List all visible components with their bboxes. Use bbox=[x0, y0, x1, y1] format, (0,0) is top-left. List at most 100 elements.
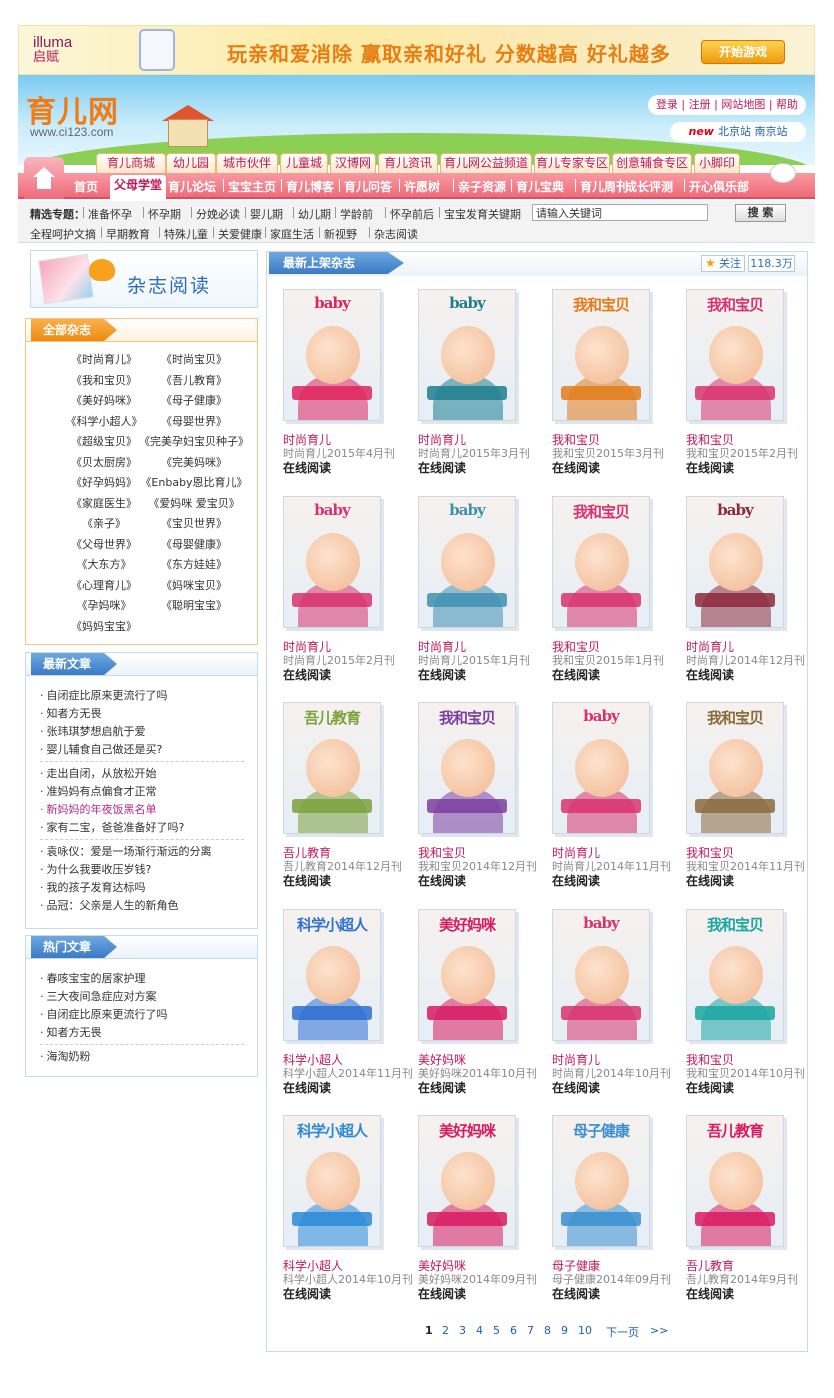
category-tab[interactable]: 育儿商城 bbox=[96, 153, 166, 173]
home-icon[interactable] bbox=[24, 157, 64, 199]
magazine-cover[interactable]: 我和宝贝 bbox=[686, 289, 784, 421]
article-link[interactable]: 准妈妈有点偏食才正常 bbox=[40, 783, 157, 799]
magazine-link[interactable]: 《母婴世界》 bbox=[138, 413, 250, 429]
category-tab[interactable]: 育儿网公益频道 bbox=[440, 153, 532, 173]
read-online-link[interactable]: 在线阅读 bbox=[686, 872, 734, 889]
read-online-link[interactable]: 在线阅读 bbox=[283, 1079, 331, 1096]
magazine-cover[interactable]: 我和宝贝 bbox=[686, 909, 784, 1041]
article-link[interactable]: 张玮琪梦想启航于爱 bbox=[40, 723, 146, 739]
start-game-button[interactable]: 开始游戏 bbox=[701, 40, 785, 64]
nav-item[interactable]: 成长评测 bbox=[625, 178, 673, 195]
read-online-link[interactable]: 在线阅读 bbox=[283, 459, 331, 476]
article-link[interactable]: 自闭症比原来更流行了吗 bbox=[40, 1006, 168, 1022]
read-online-link[interactable]: 在线阅读 bbox=[686, 666, 734, 683]
magazine-link[interactable]: 《爱妈咪 爱宝贝》 bbox=[138, 495, 250, 511]
magazine-card[interactable]: 科学小超人 科学小超人 科学小超人2014年11月刊 在线阅读 bbox=[283, 909, 413, 1109]
category-tab[interactable]: 儿童城 bbox=[280, 153, 328, 173]
article-link[interactable]: 知者方无畏 bbox=[40, 705, 102, 721]
nav-item[interactable]: 育儿论坛 bbox=[168, 178, 216, 195]
article-link[interactable]: 袁咏仪：爱是一场渐行渐远的分离 bbox=[40, 843, 212, 859]
topic-link[interactable]: 怀孕前后 bbox=[390, 206, 434, 222]
magazine-link[interactable]: 《时尚宝贝》 bbox=[138, 351, 250, 367]
station-beijing[interactable]: 北京站 bbox=[718, 125, 751, 138]
magazine-link[interactable]: 《妈咪宝贝》 bbox=[138, 577, 250, 593]
topic-link[interactable]: 关爱健康 bbox=[218, 226, 262, 242]
magazine-link[interactable]: 《妈妈宝宝》 bbox=[48, 618, 160, 634]
magazine-card[interactable]: 美好妈咪 美好妈咪 美好妈咪2014年10月刊 在线阅读 bbox=[418, 909, 538, 1109]
magazine-cover[interactable]: 我和宝贝 bbox=[686, 702, 784, 834]
top-ad-banner[interactable]: illuma 启赋 玩亲和爱消除 赢取亲和好礼 分数越高 好礼越多 开始游戏 bbox=[18, 25, 815, 75]
magazine-link[interactable]: 《Enbaby恩比育儿》 bbox=[138, 474, 250, 490]
next-page-link[interactable]: 下一页 bbox=[606, 1324, 639, 1340]
topic-link[interactable]: 婴儿期 bbox=[250, 206, 283, 222]
article-link[interactable]: 三大夜间急症应对方案 bbox=[40, 988, 157, 1004]
last-page-link[interactable]: >> bbox=[650, 1324, 668, 1337]
read-online-link[interactable]: 在线阅读 bbox=[283, 872, 331, 889]
topic-link[interactable]: 杂志阅读 bbox=[374, 226, 418, 242]
magazine-card[interactable]: 母子健康 母子健康 母子健康2014年09月刊 在线阅读 bbox=[552, 1115, 672, 1315]
category-tab[interactable]: 幼儿园 bbox=[166, 153, 216, 173]
topic-link[interactable]: 家庭生活 bbox=[270, 226, 314, 242]
sitemap-link[interactable]: 网站地图 bbox=[721, 98, 765, 111]
topic-link[interactable]: 早期教育 bbox=[106, 226, 150, 242]
read-online-link[interactable]: 在线阅读 bbox=[686, 1285, 734, 1302]
nav-item[interactable]: 育儿博客 bbox=[286, 178, 334, 195]
topic-link[interactable]: 特殊儿童 bbox=[164, 226, 208, 242]
magazine-cover[interactable]: 母子健康 bbox=[552, 1115, 650, 1247]
magazine-card[interactable]: baby 时尚育儿 时尚育儿2014年11月刊 在线阅读 bbox=[552, 702, 672, 902]
topic-link[interactable]: 怀孕期 bbox=[148, 206, 181, 222]
magazine-card[interactable]: 吾儿教育 吾儿教育 吾儿教育2014年9月刊 在线阅读 bbox=[686, 1115, 806, 1315]
magazine-card[interactable]: 我和宝贝 我和宝贝 我和宝贝2014年12月刊 在线阅读 bbox=[418, 702, 538, 902]
magazine-cover[interactable]: baby bbox=[686, 496, 784, 628]
topic-link[interactable]: 分娩必读 bbox=[196, 206, 240, 222]
read-online-link[interactable]: 在线阅读 bbox=[418, 872, 466, 889]
category-tab[interactable]: 育儿专家专区 bbox=[534, 153, 610, 173]
magazine-card[interactable]: 美好妈咪 美好妈咪 美好妈咪2014年09月刊 在线阅读 bbox=[418, 1115, 538, 1315]
magazine-cover[interactable]: 科学小超人 bbox=[283, 909, 381, 1041]
magazine-cover[interactable]: 我和宝贝 bbox=[552, 496, 650, 628]
read-online-link[interactable]: 在线阅读 bbox=[686, 1079, 734, 1096]
page-link[interactable]: 2 bbox=[442, 1324, 449, 1337]
article-link[interactable]: 走出自闭，从放松开始 bbox=[40, 765, 157, 781]
nav-item[interactable]: 开心俱乐部 bbox=[689, 178, 749, 195]
magazine-cover[interactable]: 我和宝贝 bbox=[418, 702, 516, 834]
magazine-card[interactable]: 我和宝贝 我和宝贝 我和宝贝2015年2月刊 在线阅读 bbox=[686, 289, 806, 489]
magazine-card[interactable]: baby 时尚育儿 时尚育儿2015年4月刊 在线阅读 bbox=[283, 289, 403, 489]
article-link[interactable]: 为什么我要收压岁钱? bbox=[40, 861, 152, 877]
magazine-card[interactable]: 我和宝贝 我和宝贝 我和宝贝2014年10月刊 在线阅读 bbox=[686, 909, 806, 1109]
article-link[interactable]: 婴儿辅食自己做还是买? bbox=[40, 741, 163, 757]
magazine-cover[interactable]: 美好妈咪 bbox=[418, 909, 516, 1041]
magazine-link[interactable]: 《东方娃娃》 bbox=[138, 556, 250, 572]
page-link[interactable]: 10 bbox=[578, 1324, 592, 1337]
magazine-cover[interactable]: 我和宝贝 bbox=[552, 289, 650, 421]
category-tab[interactable]: 育儿资讯 bbox=[378, 153, 438, 173]
magazine-cover[interactable]: 吾儿教育 bbox=[283, 702, 381, 834]
magazine-link[interactable]: 《吾儿教育》 bbox=[138, 372, 250, 388]
read-online-link[interactable]: 在线阅读 bbox=[552, 666, 600, 683]
article-link[interactable]: 海淘奶粉 bbox=[40, 1048, 91, 1064]
magazine-cover[interactable]: 吾儿教育 bbox=[686, 1115, 784, 1247]
magazine-card[interactable]: 我和宝贝 我和宝贝 我和宝贝2015年3月刊 在线阅读 bbox=[552, 289, 672, 489]
magazine-cover[interactable]: baby bbox=[283, 496, 381, 628]
magazine-card[interactable]: 吾儿教育 吾儿教育 吾儿教育2014年12月刊 在线阅读 bbox=[283, 702, 403, 902]
page-link[interactable]: 8 bbox=[544, 1324, 551, 1337]
read-online-link[interactable]: 在线阅读 bbox=[552, 872, 600, 889]
magazine-link[interactable]: 《母婴健康》 bbox=[138, 536, 250, 552]
nav-item[interactable]: 亲子资源 bbox=[458, 178, 506, 195]
read-online-link[interactable]: 在线阅读 bbox=[418, 1079, 466, 1096]
nav-item[interactable]: 父母学堂 bbox=[110, 175, 167, 199]
page-link[interactable]: 9 bbox=[561, 1324, 568, 1337]
read-online-link[interactable]: 在线阅读 bbox=[418, 1285, 466, 1302]
nav-item[interactable]: 宝宝主页 bbox=[228, 178, 276, 195]
nav-item[interactable]: 许愿树 bbox=[404, 178, 440, 195]
login-link[interactable]: 登录 bbox=[656, 98, 678, 111]
register-link[interactable]: 注册 bbox=[689, 98, 711, 111]
page-link[interactable]: 5 bbox=[493, 1324, 500, 1337]
magazine-cover[interactable]: 科学小超人 bbox=[283, 1115, 381, 1247]
nav-item[interactable]: 育儿宝典 bbox=[516, 178, 564, 195]
magazine-link[interactable]: 《聪明宝宝》 bbox=[138, 597, 250, 613]
read-online-link[interactable]: 在线阅读 bbox=[686, 459, 734, 476]
magazine-link[interactable]: 《完美妈咪》 bbox=[138, 454, 250, 470]
category-tab[interactable]: 城市伙伴 bbox=[216, 153, 278, 173]
nav-item[interactable]: 首页 bbox=[74, 178, 98, 195]
